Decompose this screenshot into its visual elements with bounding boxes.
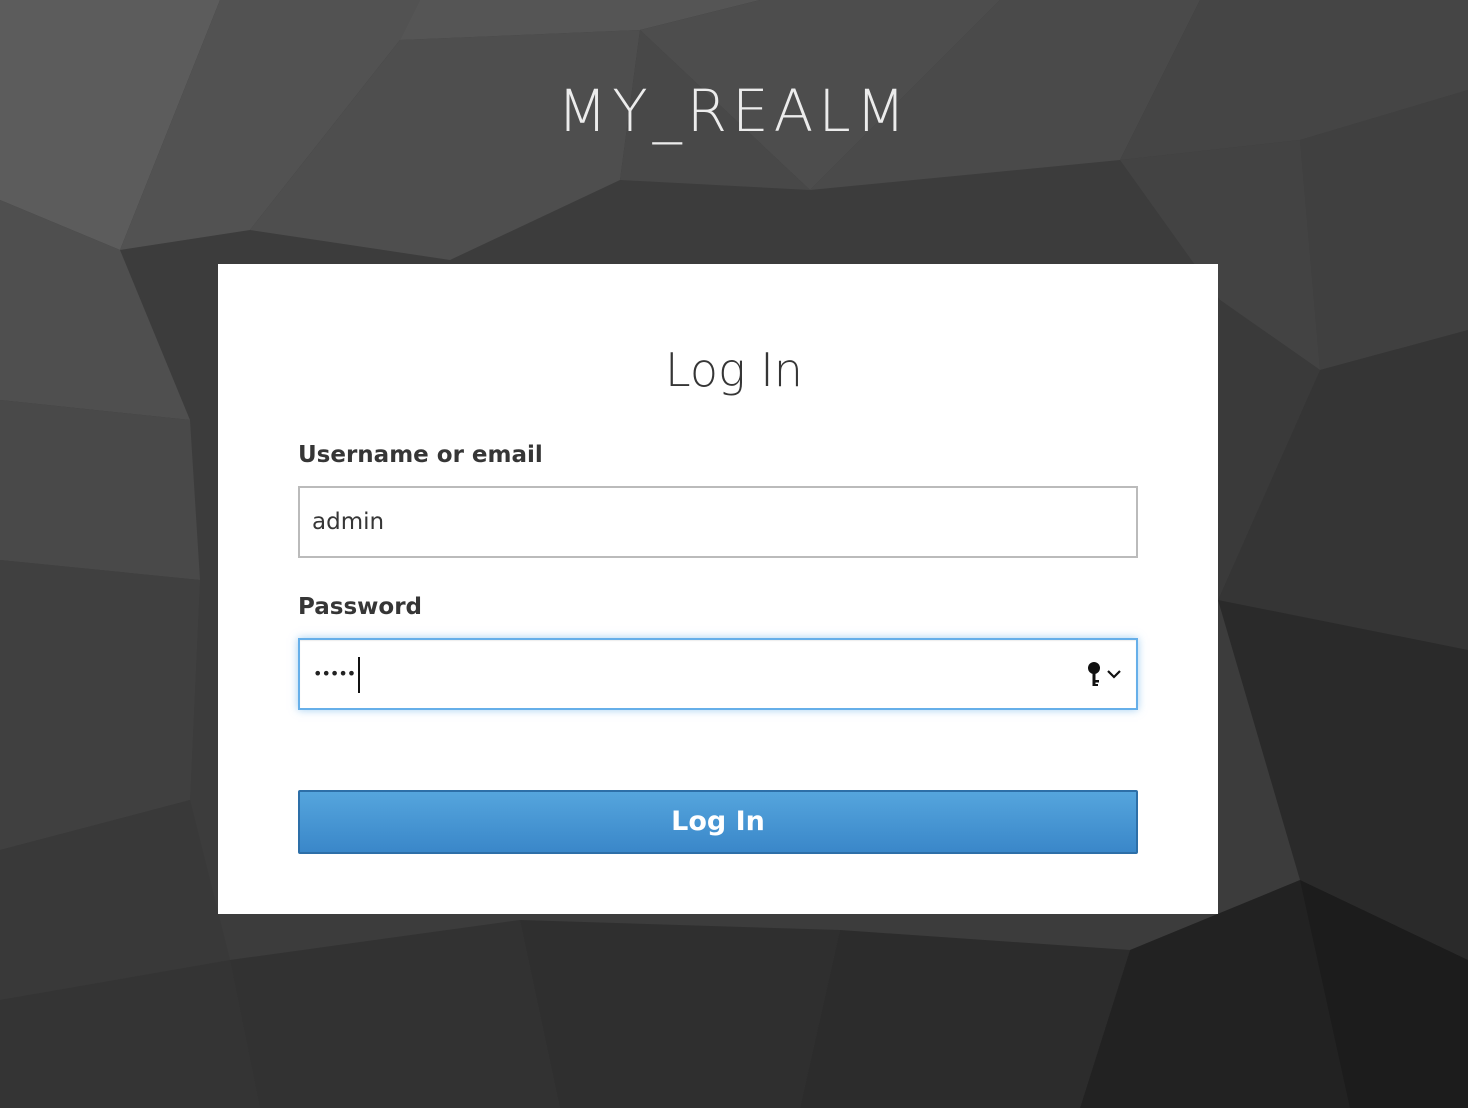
- realm-title: MY_REALM: [557, 77, 911, 145]
- password-masked-value: •••••: [313, 664, 356, 683]
- username-value: admin: [312, 509, 385, 535]
- password-label: Password: [298, 594, 422, 620]
- chevron-down-icon[interactable]: [1106, 666, 1122, 682]
- key-icon[interactable]: [1085, 660, 1105, 690]
- username-label: Username or email: [298, 442, 543, 468]
- login-button[interactable]: Log In: [298, 790, 1138, 854]
- login-heading: Log In: [665, 343, 803, 397]
- text-caret: [358, 657, 360, 693]
- password-field[interactable]: •••••: [298, 638, 1138, 710]
- username-field[interactable]: admin: [298, 486, 1138, 558]
